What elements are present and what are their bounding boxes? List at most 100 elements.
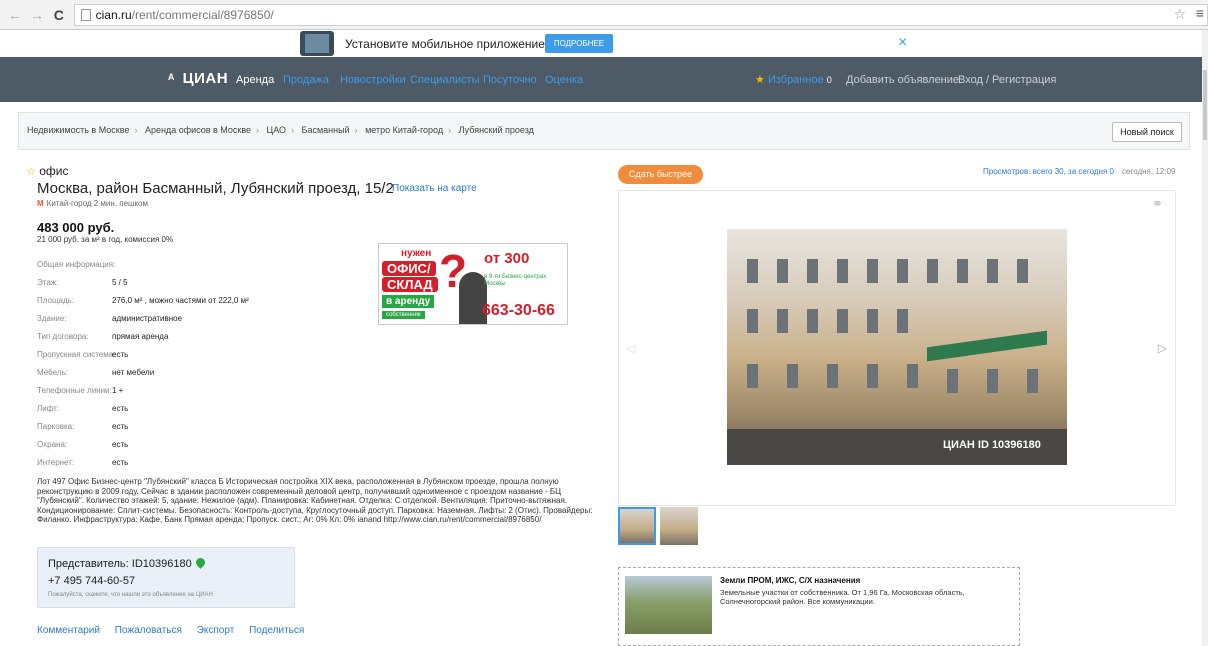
breadcrumb-item[interactable]: Аренда офисов в Москве <box>145 125 251 135</box>
param-value: административное <box>112 314 183 323</box>
price-detail: 21 000 руб. за м² в год, комиссия 0% <box>37 235 174 244</box>
ad-image <box>625 576 712 634</box>
window-shape <box>777 259 788 283</box>
window-shape <box>777 309 788 333</box>
param-key: Этаж: <box>37 278 59 287</box>
breadcrumb-item[interactable]: Недвижимость в Москве <box>27 125 129 135</box>
nav-rent[interactable]: Аренда <box>236 74 274 86</box>
address-bar[interactable]: cian.ru/rent/commercial/8976850/ <box>73 3 1208 26</box>
show-on-map-link[interactable]: Показать на карте <box>392 183 477 194</box>
chevron-right-icon: › <box>256 125 260 135</box>
param-value: есть <box>112 350 129 359</box>
photo-thumbnail[interactable] <box>618 507 656 545</box>
param-value: прямая аренда <box>112 332 169 341</box>
agent-id: Представитель: ID10396180 <box>48 558 192 570</box>
views-counter[interactable]: Просмотров: всего 30, за сегодня 0 <box>983 167 1114 176</box>
param-value: 5 / 5 <box>112 278 128 287</box>
breadcrumb-item[interactable]: Лубянский проезд <box>459 125 534 135</box>
star-icon: ★ <box>755 74 765 86</box>
agent-note: Пожалуйста, скажите, что нашли это объяв… <box>48 592 213 598</box>
main-nav: ᴬ ЦИАН Аренда Продажа Новостройки Специа… <box>0 57 1208 102</box>
phone-app-icon <box>300 31 334 56</box>
link-icon[interactable]: ⚭ <box>1152 196 1163 212</box>
menu-icon[interactable]: ≡ <box>1196 5 1204 21</box>
banner-centers: в 9-ти Бизнес-центрах Москвы <box>484 274 547 287</box>
listing-actions: Комментарий Пожаловаться Экспорт Поделит… <box>37 625 316 636</box>
breadcrumb: Недвижимость в Москве › Аренда офисов в М… <box>18 112 1190 150</box>
logo[interactable]: ᴬ ЦИАН <box>168 70 228 87</box>
param-key: Лифт: <box>37 404 60 413</box>
promo-more-button[interactable]: ПОДРОБНЕЕ <box>545 34 613 53</box>
scrollbar[interactable] <box>1202 30 1208 646</box>
banner-phone: 663-30-66 <box>482 302 555 319</box>
bookmark-star-icon[interactable]: ☆ <box>1173 6 1186 23</box>
listing-type: ☆ офис <box>26 164 68 178</box>
new-search-button[interactable]: Новый поиск <box>1112 122 1182 142</box>
banner-price-from: от 300 <box>484 250 530 267</box>
back-icon[interactable]: ← <box>8 7 22 23</box>
window-shape <box>987 369 998 393</box>
nav-specialists[interactable]: Специалисты <box>410 74 480 86</box>
comment-link[interactable]: Комментарий <box>37 625 100 636</box>
nav-valuation[interactable]: Оценка <box>545 74 583 86</box>
nav-sale[interactable]: Продажа <box>283 74 329 86</box>
agent-card: Представитель: ID10396180 +7 495 744-60-… <box>37 547 295 608</box>
add-listing-link[interactable]: Добавить объявление <box>846 74 959 86</box>
logo-text: ЦИАН <box>182 70 229 87</box>
ad-title[interactable]: Земли ПРОМ, ИЖС, С/Х назначения <box>720 576 860 585</box>
favorite-star-icon[interactable]: ☆ <box>26 166 36 178</box>
breadcrumb-item[interactable]: ЦАО <box>267 125 286 135</box>
chevron-right-icon: › <box>354 125 358 135</box>
page-icon <box>80 8 91 21</box>
nav-daily[interactable]: Посуточно <box>483 74 537 86</box>
close-icon[interactable]: × <box>898 34 907 52</box>
param-value: нет мебели <box>112 368 155 377</box>
prev-arrow-icon[interactable]: ◁ <box>626 341 635 355</box>
forward-icon[interactable]: → <box>30 7 44 23</box>
window-shape <box>1027 369 1038 393</box>
verified-pin-icon <box>193 556 207 569</box>
main-photo[interactable]: ЦИАН ID 10396180 <box>727 229 1067 465</box>
param-value: есть <box>112 422 129 431</box>
scrollbar-thumb[interactable] <box>1203 70 1207 140</box>
window-shape <box>947 369 958 393</box>
window-shape <box>747 259 758 283</box>
param-key: Парковка: <box>37 422 75 431</box>
export-link[interactable]: Экспорт <box>197 625 235 636</box>
window-shape <box>907 364 918 388</box>
breadcrumb-item[interactable]: Басманный <box>302 125 350 135</box>
param-key: Мебель: <box>37 368 68 377</box>
param-value: есть <box>112 404 129 413</box>
land-ad[interactable]: Земли ПРОМ, ИЖС, С/Х назначения Земельны… <box>618 567 1020 646</box>
chevron-right-icon: › <box>134 125 138 135</box>
param-key: Охрана: <box>37 440 68 449</box>
favorites-label: Избранное <box>767 74 824 86</box>
logo-mark-icon: ᴬ <box>168 71 175 86</box>
url-host: cian.ru <box>95 7 132 22</box>
photo-thumbnail[interactable] <box>660 507 698 545</box>
breadcrumb-item[interactable]: метро Китай-город <box>365 125 443 135</box>
window-shape <box>747 309 758 333</box>
window-shape <box>897 309 908 333</box>
metro-info: M Китай-город 2 мин. пешком <box>37 199 148 208</box>
banner-office: ОФИС/ <box>382 261 436 276</box>
window-shape <box>807 309 818 333</box>
office-warehouse-banner[interactable]: нужен ОФИС/ СКЛАД в аренду собственник ?… <box>378 243 568 325</box>
banner-need: нужен <box>401 248 432 259</box>
metro-text: Китай-город 2 мин. пешком <box>46 199 149 208</box>
chevron-right-icon: › <box>291 125 295 135</box>
param-key: Площадь: <box>37 296 75 305</box>
sell-faster-button[interactable]: Сдать быстрее <box>618 165 703 184</box>
url-path: /rent/commercial/8976850/ <box>131 7 274 22</box>
complain-link[interactable]: Пожаловаться <box>115 625 182 636</box>
share-link[interactable]: Поделиться <box>249 625 304 636</box>
reload-icon[interactable]: C <box>52 7 66 23</box>
nav-new-buildings[interactable]: Новостройки <box>340 74 406 86</box>
favorites-link[interactable]: ★ Избранное 0 <box>755 73 832 86</box>
login-link[interactable]: Вход / Регистрация <box>958 74 1056 86</box>
updated-time: сегодня, 12:09 <box>1122 167 1176 176</box>
listing-address: Москва, район Басманный, Лубянский проез… <box>37 180 394 197</box>
agent-phone[interactable]: +7 495 744-60-57 <box>48 575 135 587</box>
chevron-right-icon: › <box>448 125 452 135</box>
next-arrow-icon[interactable]: ▷ <box>1158 341 1167 355</box>
